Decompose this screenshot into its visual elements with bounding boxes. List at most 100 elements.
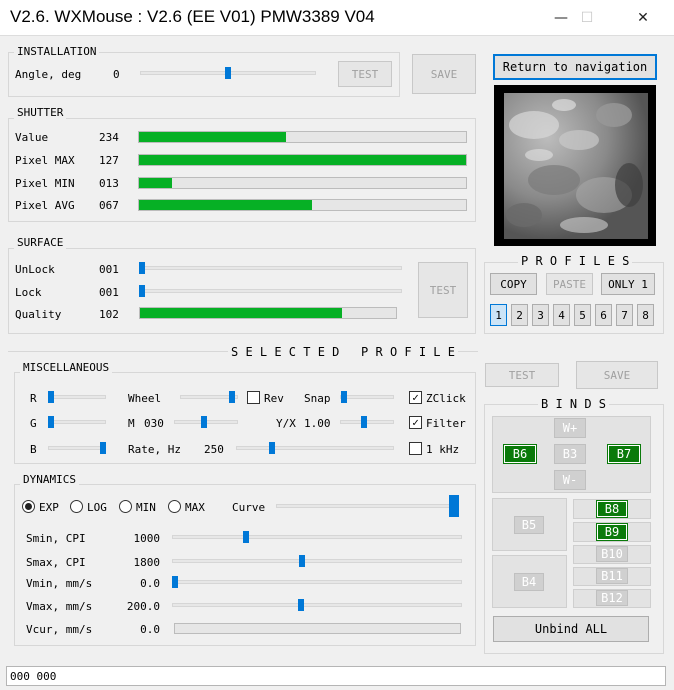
maximize-icon[interactable]: ☐ (564, 0, 610, 36)
unlock-slider-track[interactable] (140, 266, 402, 270)
shutter-row-bar-fill (139, 132, 287, 142)
rate-value: 250 (204, 443, 224, 456)
quality-value: 102 (99, 308, 119, 321)
dynamics-slider-track[interactable] (172, 559, 462, 563)
shutter-row-bar-fill (139, 178, 172, 188)
zclick-checkbox[interactable]: ✓ (409, 391, 422, 404)
b-slider-track[interactable] (48, 446, 106, 450)
installation-save-button[interactable]: SAVE (412, 54, 476, 94)
bind-b7[interactable]: B7 (607, 444, 641, 464)
profile-only1-button[interactable]: ONLY 1 (601, 273, 655, 295)
dynamics-row-label: Vcur, mm/s (26, 623, 93, 636)
shutter-row-bar (138, 131, 467, 143)
quality-label: Quality (15, 308, 62, 321)
profiles-title: P R O F I L E S (518, 254, 633, 268)
shutter-row-bar (138, 154, 467, 166)
mode-log-radio[interactable] (70, 500, 83, 513)
surface-test-button[interactable]: TEST (418, 262, 468, 318)
selected-profile-test-button[interactable]: TEST (485, 363, 559, 387)
dynamics-row-label: Smin, CPI (26, 532, 86, 545)
g-slider-thumb[interactable] (48, 416, 54, 428)
profile-1-button[interactable]: 1 (490, 304, 507, 326)
selected-profile-save-button[interactable]: SAVE (576, 361, 658, 389)
r-slider-track[interactable] (48, 395, 106, 399)
khz-checkbox[interactable] (409, 442, 422, 455)
yx-slider-thumb[interactable] (361, 416, 367, 428)
dynamics-slider-thumb[interactable] (172, 576, 178, 588)
shutter-row-value: 127 (99, 154, 119, 167)
dynamics-row-value: 200.0 (126, 600, 160, 613)
profile-copy-button[interactable]: COPY (490, 273, 537, 295)
surface-title: SURFACE (14, 236, 67, 249)
unlock-slider-thumb[interactable] (139, 262, 145, 274)
g-label: G (30, 417, 37, 430)
curve-slider-thumb[interactable] (449, 495, 459, 517)
profile-7-button[interactable]: 7 (616, 304, 633, 326)
snap-slider-track[interactable] (340, 395, 394, 399)
b-slider-thumb[interactable] (100, 442, 106, 454)
dynamics-slider-track[interactable] (172, 535, 462, 539)
profile-2-button[interactable]: 2 (511, 304, 528, 326)
mode-max-radio[interactable] (168, 500, 181, 513)
profile-8-button[interactable]: 8 (637, 304, 654, 326)
sensor-frame (494, 85, 656, 246)
mode-exp-radio[interactable] (22, 500, 35, 513)
shutter-row-label: Value (15, 131, 49, 144)
rate-slider-track[interactable] (236, 446, 394, 450)
filter-label: Filter (426, 417, 466, 430)
profile-6-button[interactable]: 6 (595, 304, 612, 326)
bind-b12[interactable]: B12 (596, 590, 628, 606)
profile-3-button[interactable]: 3 (532, 304, 549, 326)
wheel-slider-thumb[interactable] (229, 391, 235, 403)
lock-label: Lock (15, 286, 42, 299)
shutter-title: SHUTTER (14, 106, 67, 119)
bind-b4[interactable]: B4 (514, 573, 544, 591)
bind-b11[interactable]: B11 (596, 568, 628, 584)
bind-b10[interactable]: B10 (596, 546, 628, 562)
bind-b3[interactable]: B3 (554, 444, 586, 464)
b-label: B (30, 443, 37, 456)
bind-w-minus[interactable]: W- (554, 470, 586, 490)
unbind-all-button[interactable]: Unbind ALL (493, 616, 649, 642)
profile-paste-button[interactable]: PASTE (546, 273, 593, 295)
filter-checkbox[interactable]: ✓ (409, 416, 422, 429)
rate-slider-thumb[interactable] (269, 442, 275, 454)
mode-min-radio[interactable] (119, 500, 132, 513)
m-slider-thumb[interactable] (201, 416, 207, 428)
snap-slider-thumb[interactable] (341, 391, 347, 403)
mode-exp-label: EXP (39, 501, 59, 514)
m-value: 030 (144, 417, 164, 430)
yx-slider-track[interactable] (340, 420, 394, 424)
misc-title: MISCELLANEOUS (20, 361, 113, 374)
lock-slider-track[interactable] (140, 289, 402, 293)
m-label: M (128, 417, 135, 430)
shutter-row-bar (138, 199, 467, 211)
yx-label: Y/X (276, 417, 296, 430)
wheel-label: Wheel (128, 392, 162, 405)
bind-b9[interactable]: B9 (596, 523, 628, 541)
curve-slider-track[interactable] (276, 504, 456, 508)
status-bar: 000 000 (6, 666, 666, 686)
close-icon[interactable]: ✕ (620, 0, 666, 36)
bind-w-plus[interactable]: W+ (554, 418, 586, 438)
dynamics-slider-track[interactable] (172, 580, 462, 584)
profile-4-button[interactable]: 4 (553, 304, 570, 326)
angle-slider-thumb[interactable] (225, 67, 231, 79)
r-slider-thumb[interactable] (48, 391, 54, 403)
bind-b8[interactable]: B8 (596, 500, 628, 518)
installation-test-button[interactable]: TEST (338, 61, 392, 87)
dynamics-slider-thumb[interactable] (299, 555, 305, 567)
profile-5-button[interactable]: 5 (574, 304, 591, 326)
g-slider-track[interactable] (48, 420, 106, 424)
shutter-row-bar (138, 177, 467, 189)
yx-value: 1.00 (304, 417, 331, 430)
bind-b5[interactable]: B5 (514, 516, 544, 534)
dynamics-slider-thumb[interactable] (298, 599, 304, 611)
bind-b6[interactable]: B6 (503, 444, 537, 464)
return-to-navigation-button[interactable]: Return to navigation (493, 54, 657, 80)
rev-checkbox[interactable] (247, 391, 260, 404)
lock-slider-thumb[interactable] (139, 285, 145, 297)
khz-label: 1 kHz (426, 443, 460, 456)
dynamics-slider-track[interactable] (172, 603, 462, 607)
dynamics-slider-thumb[interactable] (243, 531, 249, 543)
